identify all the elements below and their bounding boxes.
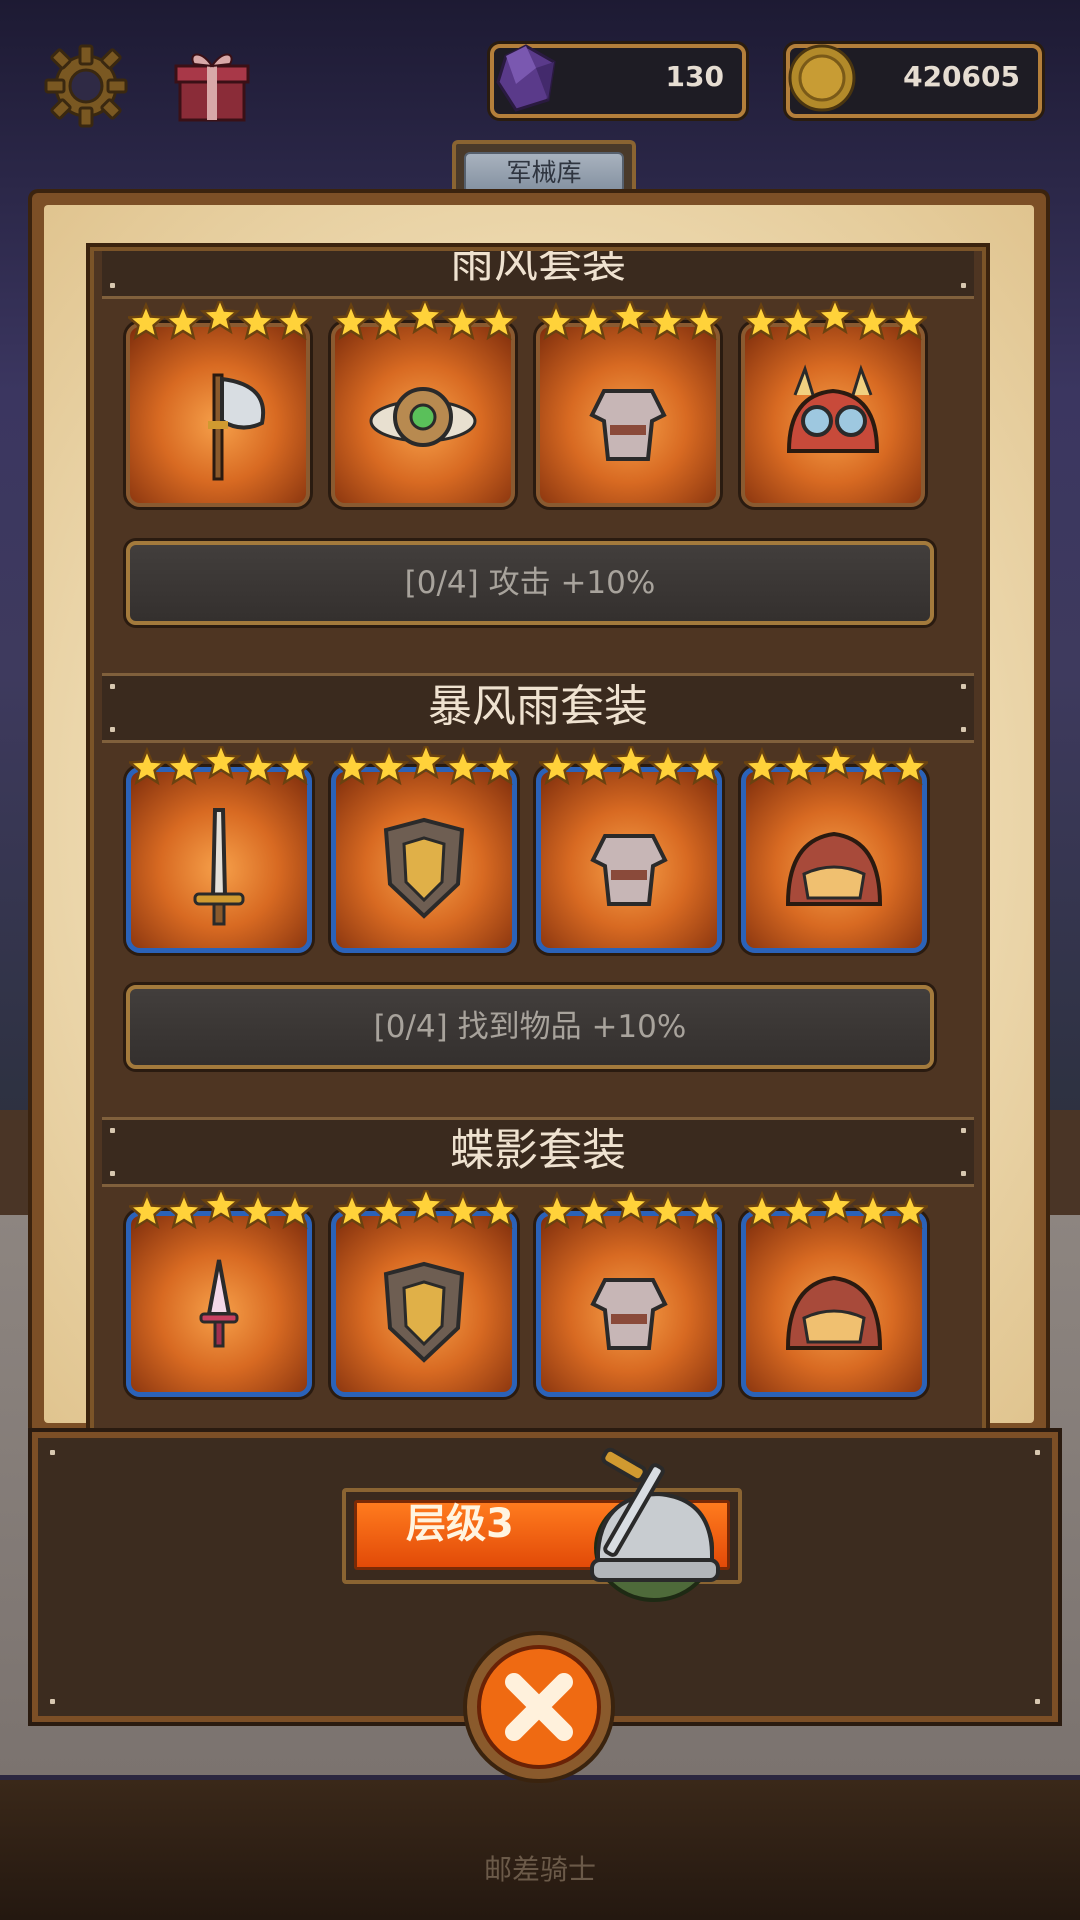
shield-icon — [383, 1261, 465, 1363]
star-rating — [743, 301, 927, 341]
equipment-slot[interactable] — [331, 301, 517, 507]
star-rating — [129, 746, 313, 786]
coin-icon — [788, 44, 856, 112]
helmet-icon — [785, 831, 883, 906]
equipment-slot[interactable] — [331, 1190, 518, 1397]
set-header: 暴风雨套装 — [102, 673, 974, 743]
axe-icon — [208, 373, 266, 481]
set-header: 雨风套装 — [102, 251, 974, 299]
gem-icon — [496, 44, 556, 112]
star-rating — [334, 746, 518, 786]
equipment-slot[interactable] — [126, 301, 312, 507]
shield-icon — [383, 817, 465, 919]
star-rating — [128, 301, 312, 341]
set-name: 蝶影套装 — [450, 1125, 626, 1176]
equipment-slot[interactable] — [741, 1190, 928, 1397]
armor-icon — [590, 834, 668, 906]
dagger-icon — [199, 1259, 239, 1348]
coin-counter: 420605 — [786, 44, 1042, 118]
equipment-slot[interactable] — [741, 746, 928, 953]
set-bonus: [0/4] 攻击 +10% — [126, 541, 934, 625]
sword-icon — [193, 808, 245, 926]
equipment-slot[interactable] — [331, 746, 518, 953]
equipment-slot[interactable] — [126, 1190, 313, 1397]
armor-icon — [590, 1278, 668, 1350]
equipment-slot[interactable] — [741, 301, 927, 507]
equipment-set-list[interactable]: 雨风套装 [0/4] 攻击 +10% 暴风雨套装 [0/4] 找到物品 +10% 蝶影套… — [94, 251, 982, 1431]
equipment-slot[interactable] — [536, 746, 723, 953]
background-title: 邮差骑士 — [483, 1853, 596, 1886]
star-rating — [744, 1190, 928, 1230]
star-rating — [744, 746, 928, 786]
star-rating — [333, 301, 517, 341]
level-label: 层级3 — [406, 1501, 514, 1547]
close-button[interactable] — [462, 1630, 616, 1784]
goggles-helmet-icon — [786, 364, 880, 453]
helmet-sword-icon — [562, 1440, 732, 1610]
star-rating — [539, 746, 723, 786]
armory-tab-label: 军械库 — [464, 152, 624, 194]
star-rating — [538, 301, 722, 341]
star-rating — [334, 1190, 518, 1230]
gem-count: 130 — [665, 60, 724, 93]
star-rating — [539, 1190, 723, 1230]
set-name: 雨风套装 — [450, 251, 626, 288]
equipment-slot[interactable] — [126, 746, 313, 953]
set-name: 暴风雨套装 — [428, 681, 648, 732]
close-icon — [463, 1631, 615, 1783]
armor-icon — [589, 389, 667, 461]
coin-count: 420605 — [903, 60, 1020, 93]
set-bonus: [0/4] 找到物品 +10% — [126, 985, 934, 1069]
equipment-slot[interactable] — [536, 301, 722, 507]
set-header: 蝶影套装 — [102, 1117, 974, 1187]
armory-panel: 雨风套装 [0/4] 攻击 +10% 暴风雨套装 [0/4] 找到物品 +10% 蝶影套… — [32, 193, 1046, 1433]
equipment-slot[interactable] — [536, 1190, 723, 1397]
helmet-icon — [785, 1275, 883, 1350]
star-rating — [129, 1190, 313, 1230]
gear-icon[interactable] — [44, 44, 128, 128]
gem-counter: 130 — [490, 44, 746, 118]
gift-icon[interactable] — [170, 42, 254, 126]
amulet-icon — [369, 387, 477, 447]
